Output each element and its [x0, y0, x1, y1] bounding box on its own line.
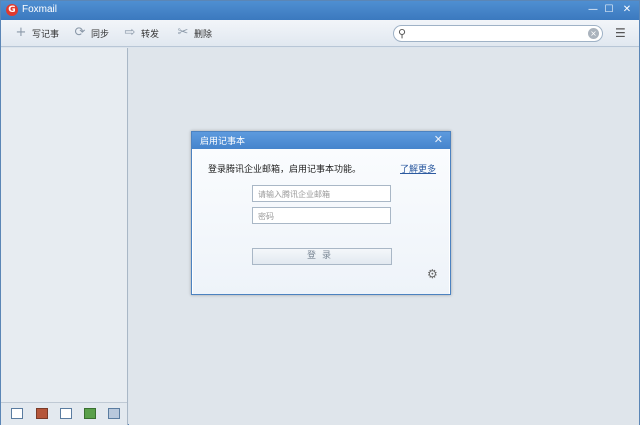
- forward-arrow-icon: ⇨: [124, 25, 136, 40]
- sidebar: [1, 48, 128, 425]
- forward-button[interactable]: ⇨ 转发: [122, 24, 159, 42]
- app-window: G Foxmail — ☐ ✕ + 写记事 ⟳ 同步 ⇨ 转发 ✂ 删除 ⚲ ×…: [0, 0, 640, 425]
- notes-module-icon[interactable]: [84, 408, 96, 419]
- menu-icon[interactable]: ☰: [615, 26, 626, 40]
- dialog-body: 登录腾讯企业邮箱，启用记事本功能。 了解更多 请输入腾讯企业邮箱 密码 登录 ⚙: [193, 149, 449, 294]
- plus-icon: +: [15, 25, 27, 40]
- window-title: Foxmail: [22, 4, 58, 15]
- scissors-icon: ✂: [177, 25, 189, 40]
- search-icon: ⚲: [398, 27, 407, 40]
- dialog-title: 启用记事本: [200, 137, 246, 147]
- delete-label: 删除: [194, 29, 213, 40]
- dialog-close-icon[interactable]: ✕: [434, 133, 443, 146]
- new-note-button[interactable]: + 写记事: [13, 24, 59, 42]
- title-bar[interactable]: G Foxmail — ☐ ✕: [1, 1, 639, 20]
- maximize-button[interactable]: ☐: [602, 3, 616, 17]
- dialog-title-bar[interactable]: 启用记事本 ✕: [192, 132, 450, 149]
- minimize-button[interactable]: —: [586, 3, 600, 17]
- password-field[interactable]: 密码: [252, 207, 391, 224]
- login-button[interactable]: 登录: [252, 248, 392, 265]
- sync-label: 同步: [91, 29, 110, 40]
- module-switcher: [1, 402, 127, 425]
- enable-notes-dialog: 启用记事本 ✕ 登录腾讯企业邮箱，启用记事本功能。 了解更多 请输入腾讯企业邮箱…: [191, 131, 451, 295]
- dialog-message: 登录腾讯企业邮箱，启用记事本功能。: [208, 165, 362, 175]
- delete-button[interactable]: ✂ 删除: [175, 24, 212, 42]
- sync-button[interactable]: ⟳ 同步: [72, 24, 109, 42]
- contacts-module-icon[interactable]: [36, 408, 48, 419]
- new-note-label: 写记事: [32, 29, 60, 40]
- gear-icon[interactable]: ⚙: [427, 267, 438, 281]
- email-field[interactable]: 请输入腾讯企业邮箱: [252, 185, 391, 202]
- mail-module-icon[interactable]: [11, 408, 23, 419]
- search-input[interactable]: ⚲ ×: [393, 25, 603, 42]
- sync-icon: ⟳: [74, 25, 86, 40]
- foxmail-logo-icon: G: [6, 4, 18, 16]
- calendar-module-icon[interactable]: [60, 408, 72, 419]
- close-button[interactable]: ✕: [620, 3, 634, 17]
- feeds-module-icon[interactable]: [108, 408, 120, 419]
- learn-more-link[interactable]: 了解更多: [400, 162, 436, 175]
- forward-label: 转发: [141, 29, 160, 40]
- clear-search-icon[interactable]: ×: [588, 28, 599, 39]
